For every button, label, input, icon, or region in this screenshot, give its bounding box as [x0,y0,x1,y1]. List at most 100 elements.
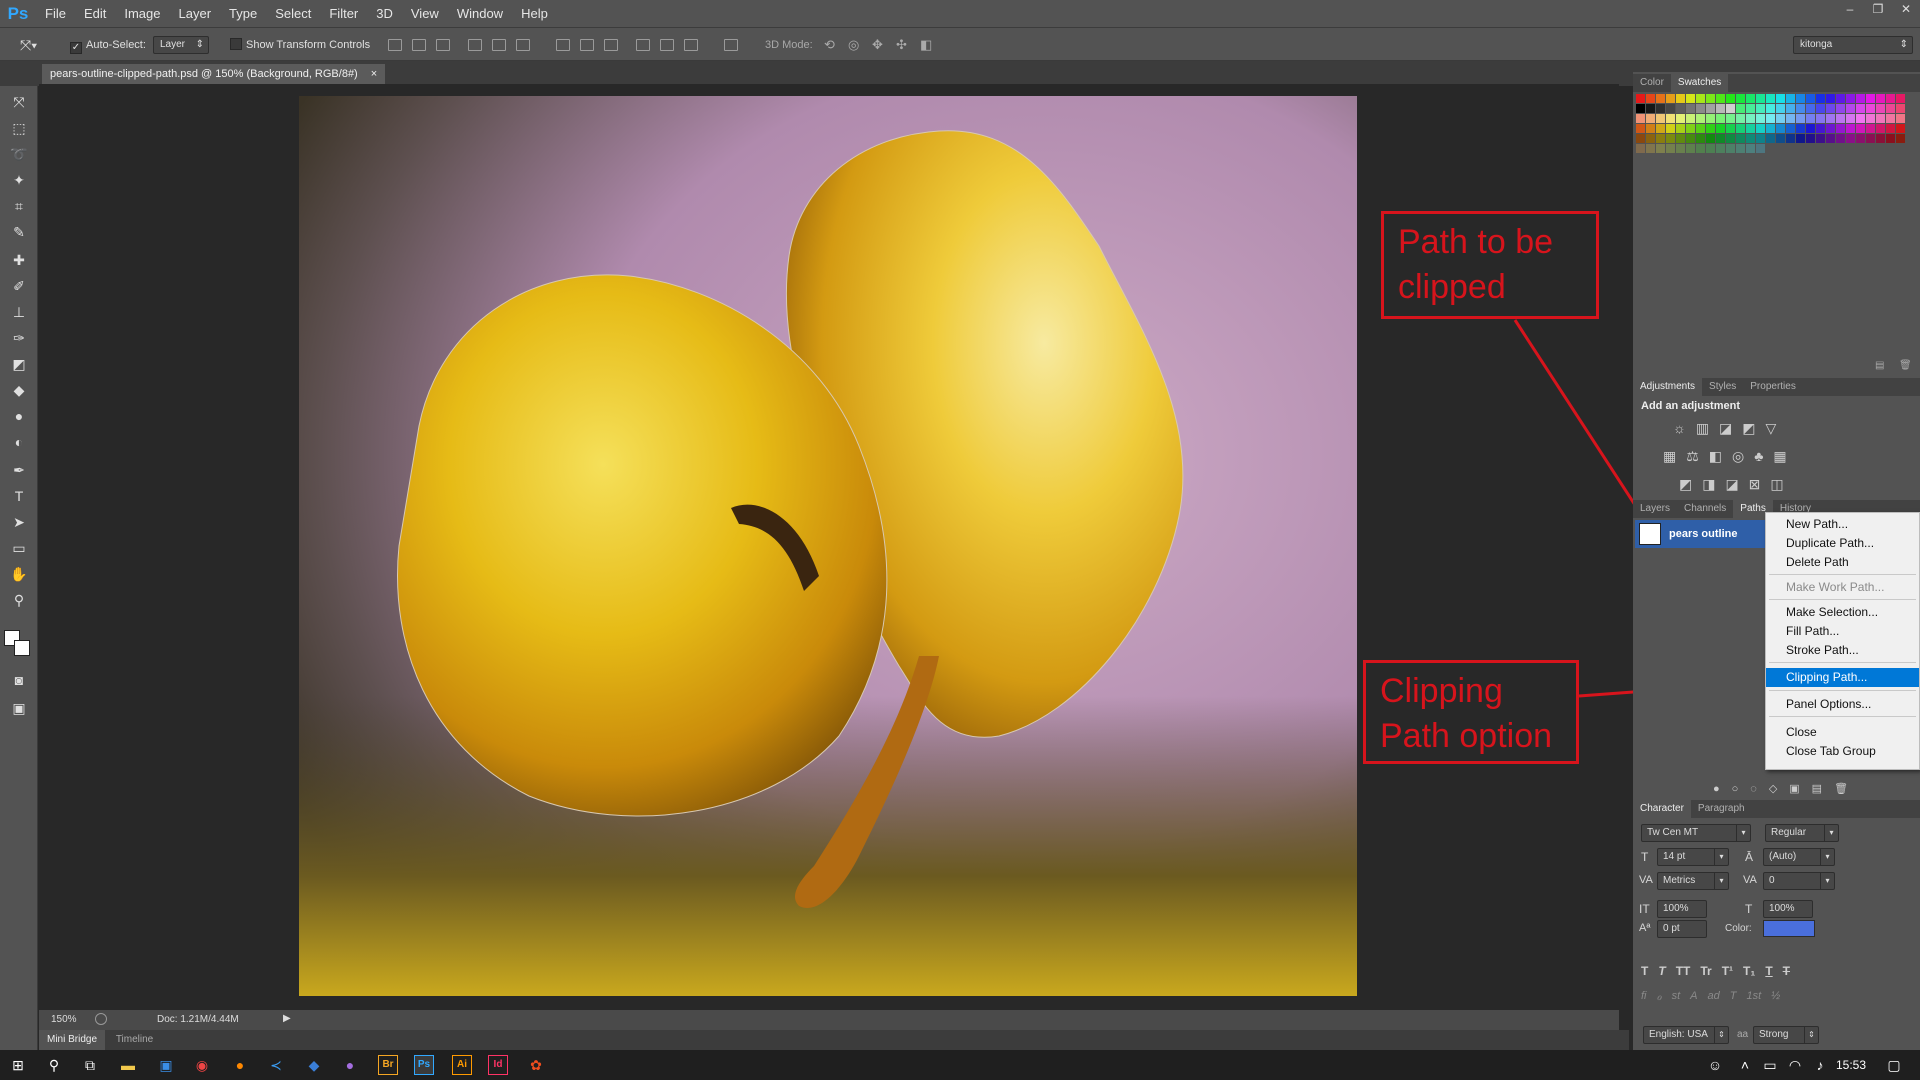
swatch[interactable] [1636,94,1645,103]
swatch[interactable] [1696,114,1705,123]
swatch[interactable] [1746,94,1755,103]
swatch[interactable] [1666,124,1675,133]
swatch[interactable] [1676,94,1685,103]
swatch[interactable] [1646,114,1655,123]
clone-stamp-tool-icon[interactable]: ⊥ [9,302,29,322]
swatch[interactable] [1876,114,1885,123]
ordinals-button[interactable]: T [1730,990,1737,1003]
tab-properties[interactable]: Properties [1743,378,1803,396]
distribute-vcenter-icon[interactable] [580,39,594,51]
swatch[interactable] [1696,144,1705,153]
swatch[interactable] [1856,124,1865,133]
type-tool-icon[interactable]: T [9,486,29,506]
move-tool-icon[interactable]: ⤧ [9,92,29,112]
magic-wand-tool-icon[interactable]: ✦ [9,170,29,190]
menu-item-fill-path[interactable]: Fill Path... [1766,622,1919,641]
menu-image[interactable]: Image [115,0,169,27]
swatch[interactable] [1756,104,1765,113]
lasso-tool-icon[interactable]: ➰ [9,144,29,164]
tab-paragraph[interactable]: Paragraph [1691,800,1752,818]
swatch[interactable] [1776,94,1785,103]
menu-item-clipping-path[interactable]: Clipping Path... [1766,668,1919,687]
align-left-icon[interactable] [468,39,482,51]
tor-icon[interactable]: ● [340,1055,360,1075]
swatch[interactable] [1656,114,1665,123]
swatch[interactable] [1686,124,1695,133]
swatch[interactable] [1676,124,1685,133]
workspace-dropdown[interactable]: kitonga ⇕ [1793,36,1913,54]
strikethrough-button[interactable]: T [1783,964,1790,978]
swatch[interactable] [1766,134,1775,143]
swatch[interactable] [1856,94,1865,103]
menu-item-make-selection[interactable]: Make Selection... [1766,603,1919,622]
search-icon[interactable]: ⚲ [44,1055,64,1075]
windows-icon[interactable]: ⊞ [8,1055,28,1075]
font-style-select[interactable]: Regular ▾ [1765,824,1839,842]
swatch[interactable] [1836,124,1845,133]
language-select[interactable]: English: USA ⇕ [1643,1026,1729,1044]
tray-chevron-icon[interactable]: ˄ [1735,1055,1755,1075]
swatch[interactable] [1706,94,1715,103]
menu-layer[interactable]: Layer [170,0,221,27]
swatch[interactable] [1666,144,1675,153]
swatch[interactable] [1886,104,1895,113]
horizontal-scale-field[interactable]: 100% [1763,900,1813,918]
subscript-button[interactable]: T₁ [1743,964,1755,978]
baseline-shift-field[interactable]: 0 pt [1657,920,1707,938]
tab-swatches[interactable]: Swatches [1670,74,1729,92]
swatch[interactable] [1876,94,1885,103]
volume-icon[interactable]: ♪ [1810,1055,1830,1075]
swatch[interactable] [1646,134,1655,143]
eyedropper-tool-icon[interactable]: ✎ [9,222,29,242]
swatch[interactable] [1836,94,1845,103]
swatch[interactable] [1706,144,1715,153]
swatch[interactable] [1716,124,1725,133]
menu-select[interactable]: Select [266,0,320,27]
move-tool-icon[interactable]: ⤧▾ [20,36,37,54]
3d-scale-icon[interactable]: ◧ [920,36,932,54]
swatch[interactable] [1816,114,1825,123]
distribute-bottom-icon[interactable] [604,39,618,51]
tab-layers[interactable]: Layers [1633,500,1677,518]
marquee-tool-icon[interactable]: ⬚ [9,118,29,138]
adjustment-icons-row-3[interactable]: ◩◨◪⊠◫ [1679,476,1794,493]
background-color-swatch[interactable] [14,640,30,656]
swatch[interactable] [1636,114,1645,123]
swatch[interactable] [1646,94,1655,103]
swatch[interactable] [1826,124,1835,133]
bridge-icon[interactable]: Br [378,1055,398,1075]
3d-rotate-icon[interactable]: ⟲ [824,36,835,54]
swatch[interactable] [1706,114,1715,123]
swatch[interactable] [1716,104,1725,113]
adjustment-icons-row-1[interactable]: ☼▥◪◩▽ [1673,420,1786,437]
swatch[interactable] [1756,144,1765,153]
swatch[interactable] [1746,114,1755,123]
text-color-swatch[interactable] [1763,920,1815,937]
menu-item-duplicate-path[interactable]: Duplicate Path... [1766,534,1919,553]
swatch[interactable] [1806,104,1815,113]
menu-item-close-tab-group[interactable]: Close Tab Group [1766,742,1919,761]
swatch[interactable] [1686,134,1695,143]
swatch[interactable] [1656,134,1665,143]
align-hcenter-icon[interactable] [492,39,506,51]
swatch[interactable] [1786,104,1795,113]
superscript-button[interactable]: T¹ [1722,964,1733,978]
swatch[interactable] [1666,134,1675,143]
swatch[interactable] [1886,114,1895,123]
stylistic-alt-button[interactable]: st [1672,990,1681,1003]
swatch[interactable] [1846,94,1855,103]
auto-align-icon[interactable] [724,39,738,51]
swatch[interactable] [1726,114,1735,123]
vscode-icon[interactable]: ≺ [266,1055,286,1075]
faux-bold-button[interactable]: T [1641,964,1648,978]
swatch[interactable] [1806,94,1815,103]
swash-button[interactable]: A [1690,990,1697,1003]
swatch[interactable] [1786,94,1795,103]
swatch[interactable] [1646,124,1655,133]
all-caps-button[interactable]: TT [1676,964,1691,978]
swatch[interactable] [1776,134,1785,143]
swatch[interactable] [1846,134,1855,143]
swatch[interactable] [1806,124,1815,133]
photoshop-icon[interactable]: Ps [414,1055,434,1075]
swatch[interactable] [1686,144,1695,153]
